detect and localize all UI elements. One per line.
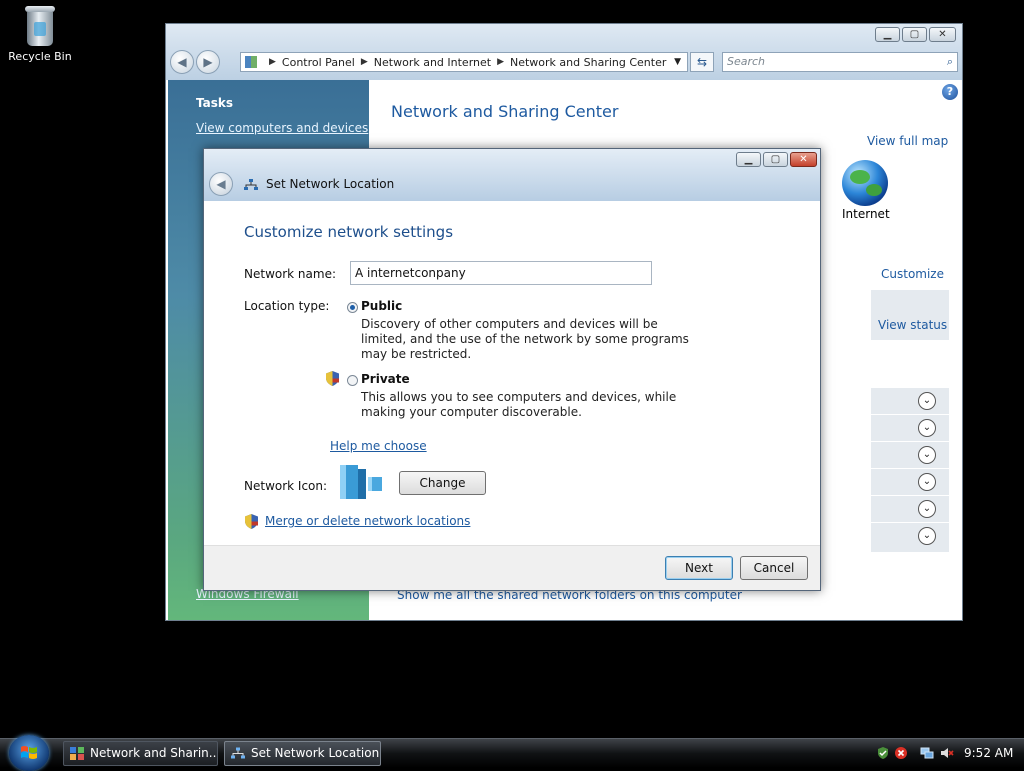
dialog-footer: Next Cancel	[204, 545, 820, 590]
help-me-choose-link[interactable]: Help me choose	[330, 439, 427, 453]
address-bar[interactable]: ▶ Control Panel ▶ Network and Internet ▶…	[240, 52, 688, 72]
expand-chevron-icon[interactable]: ⌄	[918, 527, 936, 545]
close-button[interactable]: ✕	[929, 27, 956, 42]
maximize-button[interactable]: ▢	[763, 152, 788, 167]
network-icon	[231, 747, 245, 759]
breadcrumb-control-panel[interactable]: Control Panel	[282, 56, 355, 69]
network-tray-icon[interactable]	[920, 746, 934, 760]
change-icon-button[interactable]: Change	[399, 471, 486, 495]
network-name-input[interactable]: A internetconpany	[350, 261, 652, 285]
breadcrumb-separator-icon: ▶	[269, 57, 276, 67]
dialog-caption-buttons: ▁ ▢ ✕	[736, 152, 817, 167]
recycle-bin-label: Recycle Bin	[8, 50, 72, 63]
breadcrumb-network-internet[interactable]: Network and Internet	[374, 56, 491, 69]
search-input[interactable]: Search ⌕	[722, 52, 958, 72]
expand-chevron-icon[interactable]: ⌄	[918, 473, 936, 491]
private-radio[interactable]	[347, 375, 358, 386]
view-full-map-link[interactable]: View full map	[867, 134, 948, 148]
connection-band	[871, 290, 949, 340]
dialog-heading: Customize network settings	[244, 223, 454, 241]
uac-shield-icon	[326, 371, 339, 386]
private-description: This allows you to see computers and dev…	[361, 390, 677, 419]
breadcrumb-separator-icon: ▶	[360, 57, 368, 67]
sharing-settings-band	[871, 388, 949, 552]
dialog-titlebar	[204, 149, 820, 201]
refresh-button[interactable]: ⇆	[690, 52, 714, 72]
expand-chevron-icon[interactable]: ⌄	[918, 446, 936, 464]
public-label[interactable]: Public	[361, 299, 402, 313]
control-panel-icon	[70, 747, 84, 760]
navigation-buttons: ◀ ▶	[170, 50, 220, 74]
public-radio[interactable]	[347, 302, 358, 313]
help-icon[interactable]: ?	[942, 84, 958, 100]
recycle-bin-icon	[23, 4, 57, 48]
network-icon	[244, 179, 258, 190]
public-description: Discovery of other computers and devices…	[361, 317, 689, 361]
view-computers-devices-link[interactable]: View computers and devices	[196, 121, 368, 135]
next-button[interactable]: Next	[665, 556, 733, 580]
control-panel-icon	[245, 56, 257, 68]
maximize-button[interactable]: ▢	[902, 27, 927, 42]
taskbar-item-network-sharing[interactable]: Network and Sharin...	[63, 741, 218, 766]
breadcrumb-network-sharing-center[interactable]: Network and Sharing Center	[510, 56, 666, 69]
expand-chevron-icon[interactable]: ⌄	[918, 500, 936, 518]
taskbar-item-set-network-location[interactable]: Set Network Location	[224, 741, 381, 766]
taskbar: Network and Sharin... Set Network Locati…	[0, 735, 1024, 771]
set-network-location-dialog: ▁ ▢ ✕ ◀ Set Network Location Customize n…	[203, 148, 821, 591]
chevron-down-icon[interactable]: ▼	[674, 57, 681, 67]
minimize-button[interactable]: ▁	[736, 152, 761, 167]
window-caption-buttons: ▁ ▢ ✕	[875, 27, 956, 42]
back-button[interactable]: ◀	[170, 50, 194, 74]
expand-chevron-icon[interactable]: ⌄	[918, 419, 936, 437]
internet-label: Internet	[842, 207, 890, 221]
merge-delete-locations-link[interactable]: Merge or delete network locations	[265, 514, 470, 528]
start-button[interactable]	[9, 735, 49, 771]
security-center-icon[interactable]	[876, 746, 890, 760]
taskbar-item-label: Network and Sharin...	[90, 746, 218, 760]
volume-muted-icon[interactable]	[940, 746, 954, 760]
breadcrumb-separator-icon: ▶	[497, 57, 504, 67]
view-status-link[interactable]: View status	[878, 318, 947, 332]
taskbar-item-label: Set Network Location	[251, 746, 380, 760]
location-type-label: Location type:	[244, 299, 330, 313]
network-location-icon	[340, 465, 382, 499]
minimize-button[interactable]: ▁	[875, 27, 900, 42]
tasks-heading: Tasks	[196, 96, 234, 110]
page-title: Network and Sharing Center	[391, 102, 619, 121]
forward-button[interactable]: ▶	[196, 50, 220, 74]
dialog-body: Customize network settings Network name:…	[204, 201, 820, 546]
refresh-icon: ⇆	[696, 55, 708, 69]
search-placeholder: Search	[727, 55, 766, 68]
recycle-bin-desktop-icon[interactable]: Recycle Bin	[6, 4, 74, 63]
clock[interactable]: 9:52 AM	[964, 739, 1013, 767]
error-icon[interactable]	[894, 746, 908, 760]
customize-link[interactable]: Customize	[881, 267, 944, 281]
internet-globe-icon[interactable]	[842, 160, 888, 206]
windows-logo-icon	[21, 746, 37, 759]
private-label[interactable]: Private	[361, 372, 410, 386]
expand-chevron-icon[interactable]: ⌄	[918, 392, 936, 410]
uac-shield-icon	[245, 514, 258, 529]
close-button[interactable]: ✕	[790, 152, 817, 167]
network-icon-label: Network Icon:	[244, 479, 328, 493]
cancel-button[interactable]: Cancel	[740, 556, 808, 580]
network-name-label: Network name:	[244, 267, 336, 281]
dialog-title: Set Network Location	[266, 177, 395, 191]
search-icon[interactable]: ⌕	[947, 53, 953, 71]
dialog-back-button[interactable]: ◀	[209, 172, 233, 196]
